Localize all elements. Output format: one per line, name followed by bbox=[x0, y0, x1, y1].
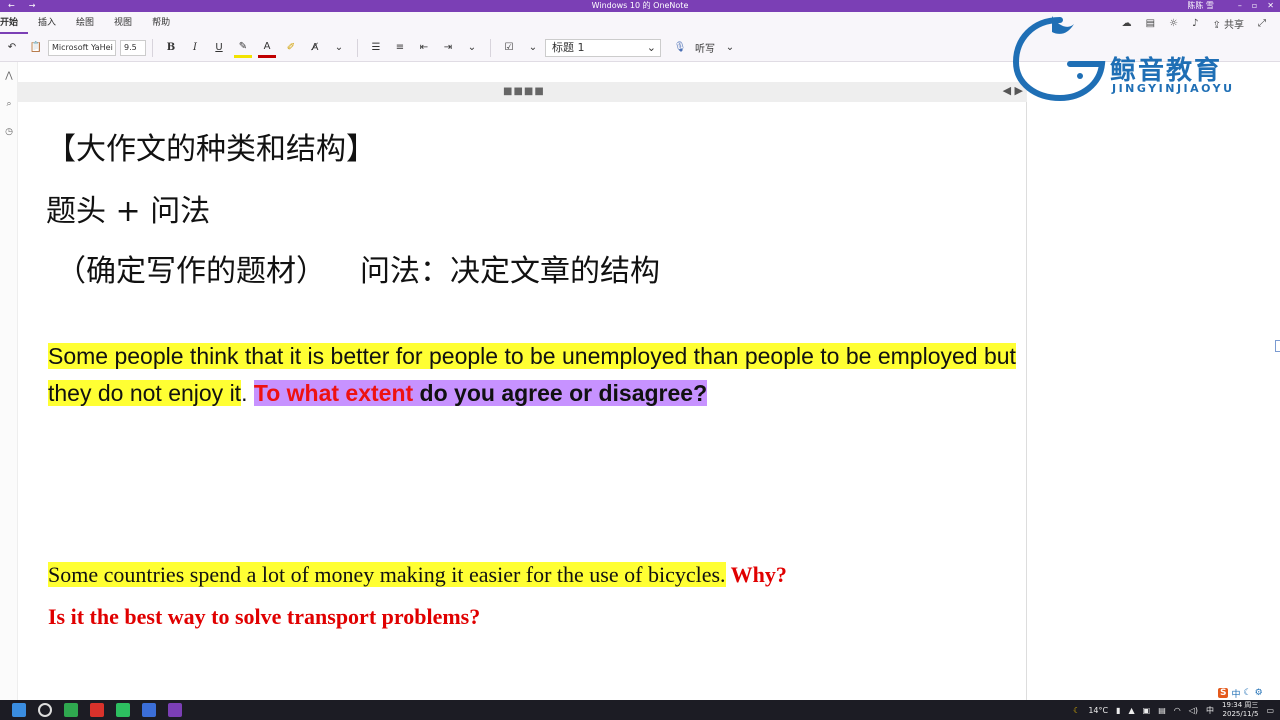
style-value: 标题 1 bbox=[552, 40, 585, 54]
minimize-icon[interactable]: – bbox=[1238, 0, 1242, 12]
bold-button[interactable]: B bbox=[162, 38, 180, 58]
clear-format-icon[interactable]: A̸ bbox=[306, 38, 324, 58]
chevron-down-icon[interactable]: ⌄ bbox=[330, 38, 348, 58]
pane-expand-handle[interactable] bbox=[1275, 340, 1280, 352]
ime-lang[interactable]: 中 bbox=[1206, 705, 1214, 716]
dictate-label[interactable]: 听写 bbox=[695, 38, 715, 58]
watermark-pinyin: JINGYINJIAOYU bbox=[1112, 82, 1235, 95]
drag-handle-icon[interactable]: ■■■■ bbox=[503, 86, 545, 97]
tab-home[interactable]: 开始 bbox=[0, 12, 29, 34]
clock-date: 2025/11/5 bbox=[1222, 710, 1259, 718]
essay-question-2[interactable]: Some countries spend a lot of money maki… bbox=[48, 554, 1008, 638]
clock-time: 19:34 周三 bbox=[1222, 701, 1259, 709]
volume-icon[interactable]: ◁) bbox=[1189, 706, 1198, 715]
window-controls: 陈陈 雪 – ▫ ✕ bbox=[1187, 0, 1274, 12]
left-rail: ⋀ ⌕ ◷ bbox=[0, 62, 18, 700]
underline-button[interactable]: U bbox=[210, 38, 228, 58]
italic-button[interactable]: I bbox=[186, 38, 204, 58]
outdent-icon[interactable]: ⇤ bbox=[415, 38, 433, 58]
font-name-select[interactable]: Microsoft YaHei bbox=[48, 39, 116, 56]
tray-app-icon[interactable]: ▣ bbox=[1143, 706, 1151, 715]
separator bbox=[152, 38, 153, 57]
tray-app-icon[interactable]: ▲ bbox=[1128, 706, 1134, 715]
photos-app-icon[interactable] bbox=[64, 703, 78, 717]
tab-draw[interactable]: 绘图 bbox=[66, 12, 104, 34]
undo-icon[interactable]: ↶ bbox=[3, 38, 21, 58]
separator bbox=[490, 38, 491, 57]
note-heading-2[interactable]: 题头 + 问法 bbox=[46, 186, 210, 230]
screen-recorder-icon[interactable] bbox=[142, 703, 156, 717]
chevron-down-icon[interactable]: ⌄ bbox=[524, 38, 542, 58]
indent-icon[interactable]: ⇥ bbox=[439, 38, 457, 58]
note-heading-3-b: 问法：决定文章的结构 bbox=[360, 254, 660, 289]
whale-logo-icon bbox=[1012, 16, 1106, 102]
wechat-app-icon[interactable] bbox=[116, 703, 130, 717]
note-heading-3-a: （确定写作的题材） bbox=[56, 254, 326, 289]
taskbar: ☾ 14°C ▮ ▲ ▣ ▤ ◠ ◁) 中 19:34 周三 2025/11/5… bbox=[0, 700, 1280, 720]
search-icon[interactable]: ⌕ bbox=[0, 90, 18, 118]
note-heading-3[interactable]: （确定写作的题材） 问法：决定文章的结构 bbox=[56, 246, 660, 290]
recent-icon[interactable]: ◷ bbox=[0, 118, 18, 146]
highlighter-icon[interactable]: ✎ bbox=[234, 38, 252, 58]
watermark-logo: 鲸音教育 JINGYINJIAOYU bbox=[1012, 12, 1280, 102]
window-title: Windows 10 的 OneNote bbox=[591, 1, 689, 10]
temperature[interactable]: 14°C bbox=[1088, 706, 1108, 715]
essay-question-1[interactable]: Some people think that it is better for … bbox=[48, 338, 1016, 412]
chevron-down-icon[interactable]: ⌄ bbox=[721, 38, 739, 58]
windows-start-icon[interactable] bbox=[12, 703, 26, 717]
ime-lang[interactable]: 中 bbox=[1231, 687, 1240, 700]
question-1-period: . bbox=[241, 380, 248, 406]
prev-page-icon[interactable]: ◀ bbox=[1003, 84, 1011, 97]
tab-insert[interactable]: 插入 bbox=[28, 12, 66, 34]
eraser-icon[interactable]: ✐ bbox=[282, 38, 300, 58]
question-2-text: Some countries spend a lot of money maki… bbox=[48, 562, 726, 587]
maximize-icon[interactable]: ▫ bbox=[1252, 0, 1257, 12]
right-pane bbox=[1028, 62, 1280, 700]
user-name[interactable]: 陈陈 雪 bbox=[1187, 0, 1214, 12]
notifications-icon[interactable]: ▭ bbox=[1266, 706, 1274, 715]
microphone-icon[interactable]: 🎙 bbox=[671, 38, 689, 58]
tab-help[interactable]: 帮助 bbox=[142, 12, 180, 34]
separator bbox=[357, 38, 358, 57]
sogou-ime-icon[interactable]: S bbox=[1218, 688, 1229, 698]
search-icon[interactable] bbox=[38, 703, 52, 717]
font-color-button[interactable]: A bbox=[258, 38, 276, 58]
onenote-app-icon[interactable] bbox=[168, 703, 182, 717]
clipboard-icon[interactable]: 📋 bbox=[27, 38, 45, 58]
chevron-down-icon[interactable]: ⌄ bbox=[463, 38, 481, 58]
font-size-select[interactable]: 9.5 bbox=[120, 39, 146, 56]
question-1-purple-phrase: do you agree or disagree? bbox=[413, 380, 708, 406]
note-heading-1[interactable]: 【大作文的种类和结构】 bbox=[46, 124, 376, 168]
checkbox-tag-icon[interactable]: ☑ bbox=[500, 38, 518, 58]
wifi-icon[interactable]: ◠ bbox=[1174, 706, 1181, 715]
ime-settings-icon[interactable]: ⚙ bbox=[1255, 688, 1263, 698]
tab-view[interactable]: 视图 bbox=[104, 12, 142, 34]
system-tray: ☾ 14°C ▮ ▲ ▣ ▤ ◠ ◁) 中 19:34 周三 2025/11/5… bbox=[1073, 700, 1274, 720]
numbered-list-icon[interactable]: ≡ bbox=[391, 38, 409, 58]
question-2-why: Why? bbox=[725, 562, 787, 587]
page-drag-bar: ■■■■ ◀ ▶ bbox=[18, 82, 1027, 102]
weather-moon-icon[interactable]: ☾ bbox=[1073, 706, 1080, 715]
ime-toolbar[interactable]: S 中 ☾ ⚙ bbox=[1218, 686, 1263, 700]
chevron-down-icon: ⌄ bbox=[646, 40, 656, 54]
question-2-ask: Is it the best way to solve transport pr… bbox=[48, 604, 481, 629]
tray-app-icon[interactable]: ▤ bbox=[1158, 706, 1166, 715]
style-select[interactable]: 标题 1 ⌄ bbox=[545, 38, 661, 57]
close-icon[interactable]: ✕ bbox=[1267, 0, 1274, 12]
clock[interactable]: 19:34 周三 2025/11/5 bbox=[1222, 701, 1258, 719]
notebooks-icon[interactable]: ⋀ bbox=[0, 62, 18, 90]
question-1-red-phrase: To what extent bbox=[253, 380, 414, 406]
bullet-list-icon[interactable]: ☰ bbox=[367, 38, 385, 58]
title-bar: ← → Windows 10 的 OneNote 陈陈 雪 – ▫ ✕ bbox=[0, 0, 1280, 12]
ime-moon-icon[interactable]: ☾ bbox=[1244, 688, 1252, 698]
wps-app-icon[interactable] bbox=[90, 703, 104, 717]
tray-app-icon[interactable]: ▮ bbox=[1116, 706, 1120, 715]
